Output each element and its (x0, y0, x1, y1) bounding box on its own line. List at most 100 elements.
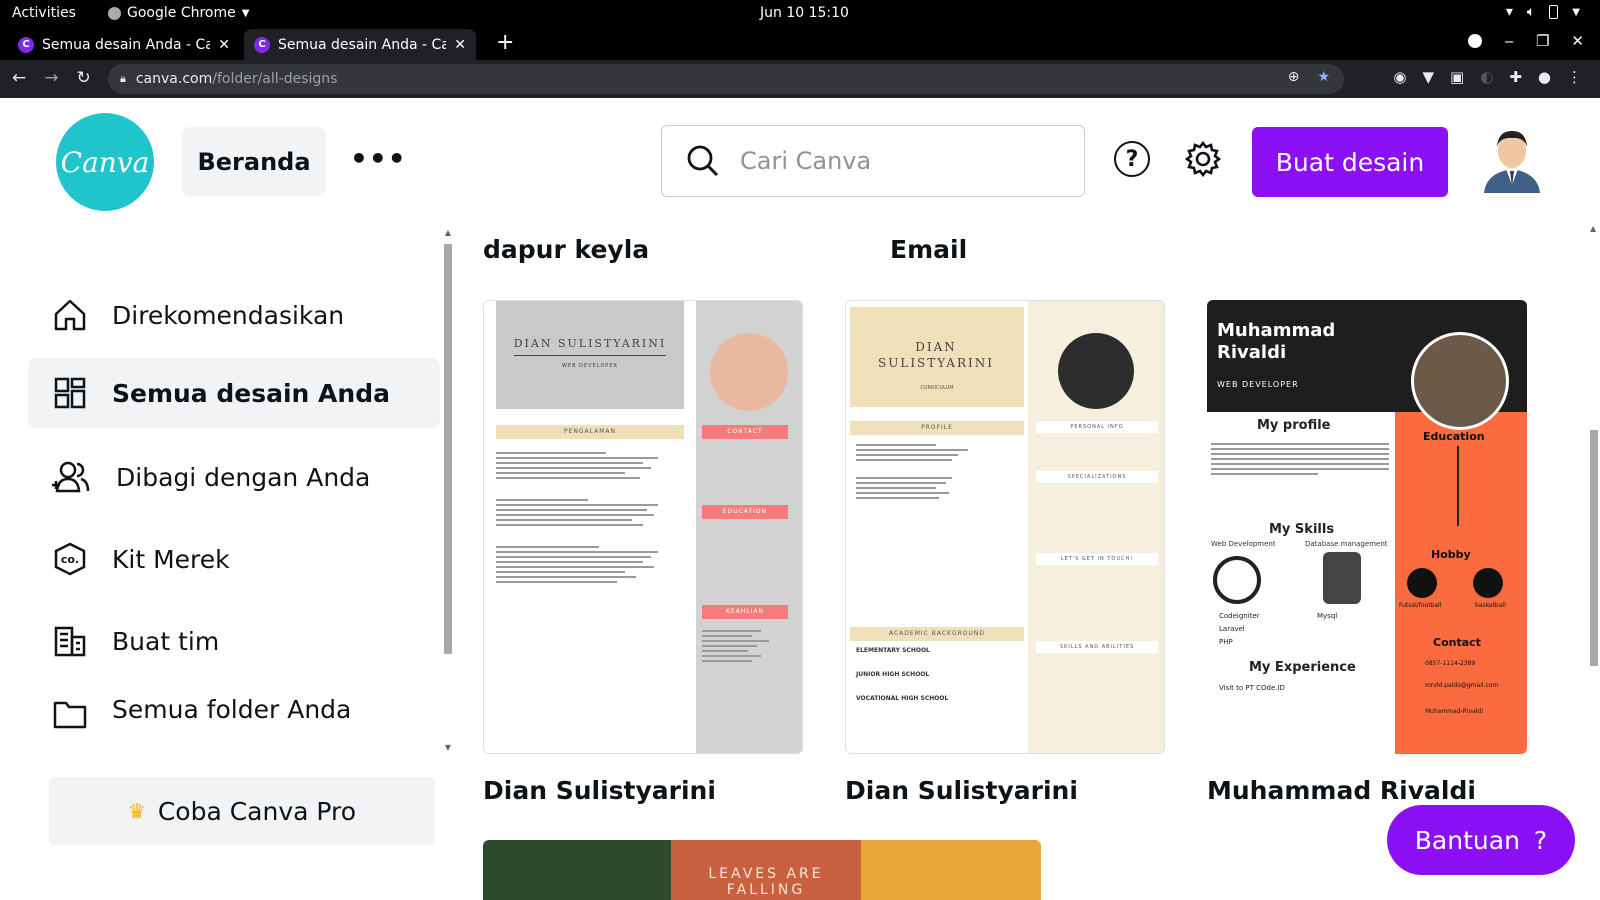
design-card[interactable]: DIAN SULISTYARINI WEB DEVELOPER PENGALAM… (483, 300, 803, 754)
chevron-down-icon: ▼ (241, 7, 250, 19)
close-icon[interactable]: ✕ (454, 37, 466, 53)
pro-label: Coba Canva Pro (157, 796, 357, 826)
design-title[interactable]: Dian Sulistyarini (845, 776, 1078, 805)
close-window-button[interactable]: ✕ (1571, 32, 1584, 50)
people-icon (52, 461, 90, 493)
sidebar-item-create-team[interactable]: Buat tim (28, 606, 440, 676)
window-controls: ‒ ❐ ✕ (1468, 32, 1584, 50)
reload-icon[interactable]: ↻ (77, 68, 91, 88)
section-header: PROFILE (850, 421, 1024, 435)
back-icon[interactable]: ← (12, 68, 26, 88)
help-button[interactable]: ? (1114, 141, 1150, 177)
home-button[interactable]: Beranda (182, 127, 326, 196)
help-button-floating[interactable]: Bantuan ? (1387, 805, 1575, 875)
create-design-button[interactable]: Buat desain (1252, 127, 1448, 197)
sidebar-item-brand-kit[interactable]: co. Kit Merek (28, 524, 440, 594)
system-top-bar: Activities Google Chrome ▼ Jun 10 15:10 … (0, 0, 1600, 26)
canva-logo[interactable]: Canva (56, 113, 154, 211)
activities-button[interactable]: Activities (12, 5, 76, 21)
sidebar-item-all-designs[interactable]: Semua desain Anda (28, 358, 440, 428)
tab-title: Semua desain Anda - Canva (42, 36, 211, 53)
skill-item: Codeigniter (1219, 612, 1260, 620)
address-bar[interactable]: 🔒︎ canva.com/folder/all-designs ⊕ ★ (108, 64, 1344, 94)
section-title: My profile (1257, 418, 1331, 433)
bookmark-star-icon[interactable]: ★ (1317, 69, 1330, 85)
avatar[interactable] (1480, 123, 1544, 193)
section-title: Hobby (1431, 548, 1471, 561)
resume-name: DIAN SULISTYARINI (878, 340, 994, 370)
tab-search-icon[interactable] (1468, 34, 1483, 48)
section-header: KEAHLIAN (702, 605, 788, 619)
sidebar-item-label: Semua folder Anda (112, 695, 352, 724)
canva-favicon-icon: C (254, 36, 270, 53)
battery-icon (1549, 5, 1559, 19)
close-icon[interactable]: ✕ (218, 37, 230, 53)
scrollbar-thumb[interactable] (444, 244, 452, 654)
minimize-button[interactable]: ‒ (1504, 32, 1514, 50)
scroll-up-icon[interactable]: ▲ (1590, 224, 1596, 233)
scroll-down-icon[interactable]: ▼ (443, 743, 453, 752)
system-tray[interactable]: ▾ 🔈︎ ▼ (1506, 4, 1580, 20)
search-placeholder: Cari Canva (740, 147, 872, 175)
school-line: JUNIOR HIGH SCHOOL (856, 671, 930, 678)
folder-title[interactable]: Email (890, 235, 967, 264)
puzzle-icon[interactable]: ✚ (1509, 68, 1522, 86)
school-line: VOCATIONAL HIGH SCHOOL (856, 695, 949, 702)
extension-icon[interactable]: ▼ (1423, 68, 1435, 86)
extension-icon[interactable]: ◐ (1480, 68, 1493, 86)
contact-line: Muhammad-Rivaldi (1425, 708, 1484, 715)
forward-icon[interactable]: → (44, 68, 58, 88)
section-header: PENGALAMAN (496, 425, 684, 439)
home-icon (54, 299, 86, 331)
search-input[interactable]: Cari Canva (661, 125, 1085, 197)
sidebar-item-recommended[interactable]: Direkomendasikan (28, 280, 440, 350)
design-card[interactable]: DIAN SULISTYARINI CURRICULUM PROFILE PER… (845, 300, 1165, 754)
folder-title[interactable]: dapur keyla (483, 235, 649, 264)
try-canva-pro-button[interactable]: ♛ Coba Canva Pro (49, 777, 435, 845)
more-button[interactable]: ••• (350, 142, 407, 175)
extension-icon[interactable]: ▣ (1450, 68, 1464, 86)
section-title: Education (1423, 430, 1485, 443)
browser-tab-1[interactable]: C Semua desain Anda - Canva ✕ (8, 29, 240, 60)
design-title[interactable]: Dian Sulistyarini (483, 776, 716, 805)
scroll-up-icon[interactable]: ▲ (443, 228, 453, 237)
skill-item: Mysql (1317, 612, 1338, 620)
design-card[interactable]: Muhammad Rivaldi WEB DEVELOPER My profil… (1207, 300, 1527, 754)
app-menu[interactable]: Google Chrome ▼ (108, 5, 249, 21)
resume-name: DIAN SULISTYARINI (513, 337, 667, 350)
gear-icon[interactable] (1184, 140, 1222, 178)
section-title: My Skills (1269, 522, 1335, 537)
sidebar-item-all-folders[interactable]: Semua folder Anda (28, 689, 440, 733)
extensions-area: ◉ ▼ ▣ ◐ ✚ ● ⋮ (1393, 68, 1582, 86)
skill-item: PHP (1219, 638, 1233, 646)
scrollbar-thumb[interactable] (1590, 430, 1598, 666)
zoom-icon[interactable]: ⊕ (1288, 69, 1300, 85)
logo-text: Canva (60, 145, 150, 179)
contact-line: 0857-1114-2389 (1425, 660, 1476, 667)
extension-icon[interactable]: ◉ (1393, 68, 1406, 86)
design-title[interactable]: Muhammad Rivaldi (1207, 776, 1476, 805)
wifi-icon: ▾ (1505, 4, 1513, 20)
profile-icon[interactable]: ● (1538, 68, 1551, 86)
sidebar-item-shared[interactable]: Dibagi dengan Anda (28, 442, 440, 512)
search-icon (687, 145, 719, 177)
skill-item: Laravel (1219, 625, 1245, 633)
new-tab-button[interactable]: + (496, 30, 514, 55)
contact-line: mrvld.paldo@gmail.com (1425, 682, 1499, 689)
sidebar: Direkomendasikan Semua desain Anda Dibag… (0, 223, 456, 900)
browser-tab-2[interactable]: C Semua desain Anda - Canva ✕ (244, 29, 476, 60)
maximize-button[interactable]: ❐ (1536, 32, 1549, 50)
sidebar-item-label: Kit Merek (112, 544, 230, 574)
resume-role: WEB DEVELOPER (562, 363, 618, 369)
lock-icon: 🔒︎ (120, 72, 126, 85)
design-card[interactable]: LEAVES ARE FALLING (483, 840, 1041, 900)
sidebar-scrollbar[interactable]: ▲ ▼ (443, 228, 453, 752)
section-header: SKILLS AND ABILITIES (1036, 641, 1158, 653)
kebab-menu-icon[interactable]: ⋮ (1567, 68, 1582, 86)
sidebar-item-label: Direkomendasikan (112, 300, 345, 330)
main-scrollbar[interactable]: ▲ (1588, 224, 1600, 900)
clock[interactable]: Jun 10 15:10 (760, 5, 849, 21)
hobby-label: basketball (1475, 602, 1506, 609)
crown-icon: ♛ (127, 799, 146, 823)
resume-role: WEB DEVELOPER (1217, 380, 1299, 389)
